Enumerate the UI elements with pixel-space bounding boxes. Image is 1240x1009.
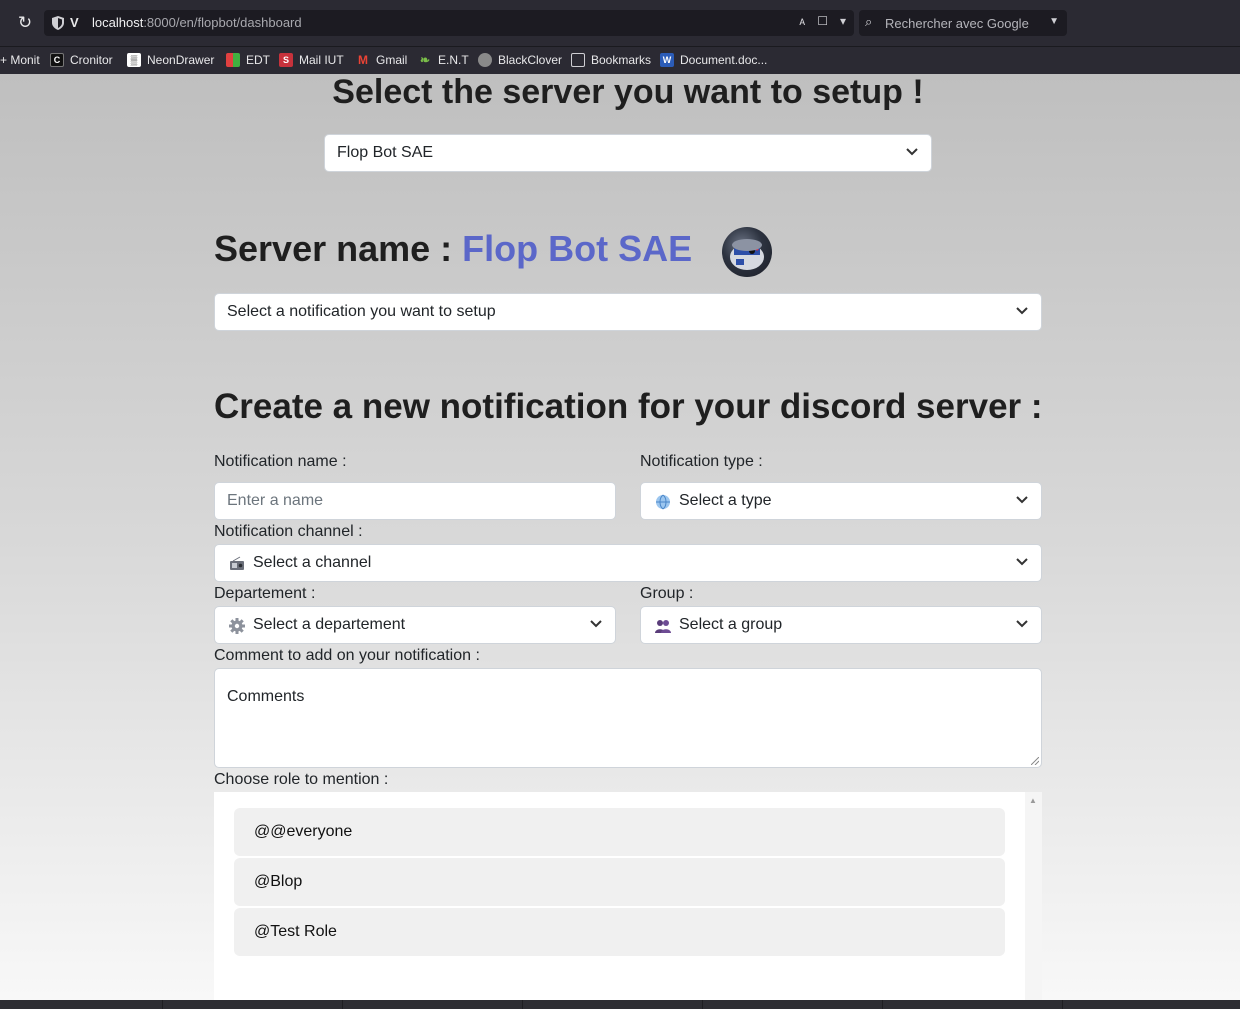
url-text: localhost:8000/en/flopbot/dashboard [92,15,302,30]
comment-label: Comment to add on your notification : [214,647,480,664]
chevron-down-icon [906,148,918,156]
edt-icon [226,53,240,67]
taskbar-item[interactable] [0,1000,163,1009]
shield-icon [52,16,64,30]
search-bar[interactable]: ⌕ Rechercher avec Google ▼ [859,10,1067,36]
comment-textarea[interactable]: Comments [214,668,1042,768]
globe-icon [656,494,670,510]
bookmark-item[interactable]: W Document.doc... [660,53,767,67]
bookmark-item[interactable]: BlackClover [478,53,562,67]
roles-label: Choose role to mention : [214,771,389,788]
folder-icon [571,53,585,67]
bookmark-item[interactable]: ▒ NeonDrawer [127,53,214,67]
roles-scrollbar[interactable]: ▲ [1025,792,1042,1000]
notification-name-input[interactable]: Enter a name [214,482,616,520]
gmail-icon: M [358,53,368,67]
taskbar-item[interactable] [163,1000,343,1009]
role-option[interactable]: @Test Role [234,908,1005,956]
bookmark-item[interactable]: S Mail IUT [279,53,344,67]
taskbar [0,1000,1240,1009]
neondrawer-icon: ▒ [127,53,141,67]
translate-icon[interactable]: ᴀ [799,14,805,28]
taskbar-item[interactable] [343,1000,523,1009]
chevron-down-icon [590,620,602,628]
blackclover-icon [478,53,492,67]
departement-select[interactable]: Select a departement [214,606,616,644]
bookmark-item[interactable]: ❧ E.N.T [418,53,469,67]
search-engine-dropdown-icon[interactable]: ▼ [1049,16,1059,27]
server-select[interactable]: Flop Bot SAE [324,134,932,172]
notification-channel-label: Notification channel : [214,523,363,540]
chevron-down-icon [1016,496,1028,504]
notification-name-label: Notification name : [214,453,347,470]
server-name-heading: Server name : Flop Bot SAE [214,228,693,269]
role-option[interactable]: @@everyone [234,808,1005,856]
roles-list: @@everyone @Blop @Test Role ▲ [214,792,1042,1000]
reload-icon[interactable]: ↻ [14,12,36,34]
cronitor-icon: C [50,53,64,67]
notification-type-select[interactable]: Select a type [640,482,1042,520]
url-actions: ᴀ ☐ ▾ [799,14,846,28]
bookmark-item[interactable]: EDT [226,53,270,67]
resize-handle-icon[interactable] [1031,757,1039,765]
role-option[interactable]: @Blop [234,858,1005,906]
group-label: Group : [640,585,694,602]
chevron-down-icon [1016,558,1028,566]
notification-type-label: Notification type : [640,453,763,470]
gear-icon [229,618,245,634]
chevron-down-icon [1016,307,1028,315]
bookmark-item[interactable]: + Monit [0,53,40,67]
url-bar[interactable]: V localhost:8000/en/flopbot/dashboard ᴀ … [44,10,854,36]
bookmark-item[interactable]: C Cronitor [50,53,113,67]
ent-icon: ❧ [419,53,431,67]
bookmark-item[interactable]: M Gmail [356,53,407,67]
server-avatar [722,227,772,277]
browser-toolbar: ↻ V localhost:8000/en/flopbot/dashboard … [0,0,1240,46]
dropdown-icon[interactable]: ▾ [840,14,846,28]
create-notification-heading: Create a new notification for your disco… [214,387,1043,426]
bookmarks-bar: + Monit C Cronitor ▒ NeonDrawer EDT S Mail … [0,46,1240,74]
search-placeholder: Rechercher avec Google [885,16,1029,31]
taskbar-item[interactable] [703,1000,883,1009]
taskbar-item[interactable] [523,1000,703,1009]
scroll-up-icon[interactable]: ▲ [1029,796,1037,805]
users-icon [655,620,671,633]
robot-avatar-icon [730,239,764,270]
select-server-heading: Select the server you want to setup ! [332,74,924,111]
departement-label: Departement : [214,585,316,602]
vivaldi-icon: V [70,15,79,30]
bookmark-icon[interactable]: ☐ [817,14,828,28]
bookmark-item[interactable]: Bookmarks [571,53,651,67]
page-viewport: Select the server you want to setup ! Fl… [0,74,1240,1000]
notification-channel-select[interactable]: Select a channel [214,544,1042,582]
mail-iut-icon: S [279,53,293,67]
word-icon: W [660,53,674,67]
notification-select[interactable]: Select a notification you want to setup [214,293,1042,331]
group-select[interactable]: Select a group [640,606,1042,644]
radio-icon [230,556,244,570]
search-icon: ⌕ [865,14,873,29]
taskbar-item[interactable] [883,1000,1063,1009]
chevron-down-icon [1016,620,1028,628]
